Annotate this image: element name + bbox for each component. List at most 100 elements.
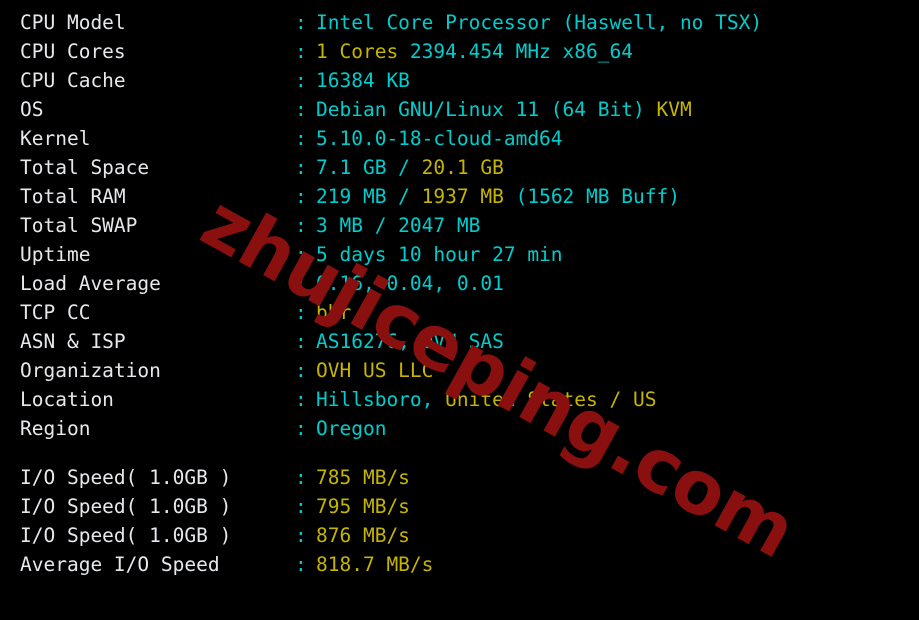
- info-row-label: Kernel: [20, 127, 91, 150]
- info-row-value: OVH US LLC: [316, 356, 433, 385]
- info-row-label: Region: [20, 417, 91, 440]
- info-row-label: CPU Cache: [20, 69, 126, 92]
- info-row: CPU Cache:16384 KB: [0, 66, 919, 95]
- info-row-colon: :: [295, 524, 307, 547]
- info-row-value-segment: Hillsboro,: [316, 388, 446, 411]
- info-row-label: Load Average: [20, 272, 161, 295]
- info-row-value: 219 MB / 1937 MB (1562 MB Buff): [316, 182, 680, 211]
- info-row-value-segment: 5.10.0-18-cloud-amd64: [316, 127, 563, 150]
- info-row-value-segment: 20.1 GB: [421, 156, 504, 179]
- info-row-value: 16384 KB: [316, 66, 410, 95]
- info-row-value: 795 MB/s: [316, 492, 410, 521]
- info-row-label: Total SWAP: [20, 214, 138, 237]
- info-row: Total RAM:219 MB / 1937 MB (1562 MB Buff…: [0, 182, 919, 211]
- info-row-colon: :: [295, 301, 307, 324]
- info-row-label: CPU Cores: [20, 40, 126, 63]
- info-row-colon: :: [295, 214, 307, 237]
- info-row-value-segment: 16384 KB: [316, 69, 410, 92]
- info-row-value-segment: 7.1 GB /: [316, 156, 422, 179]
- info-row-value-segment: 219 MB /: [316, 185, 422, 208]
- info-row-colon: :: [295, 359, 307, 382]
- info-row-value: 5 days 10 hour 27 min: [316, 240, 563, 269]
- info-row-colon: :: [295, 330, 307, 353]
- info-row-colon: :: [295, 69, 307, 92]
- info-row-colon: :: [295, 272, 307, 295]
- info-row-colon: :: [295, 127, 307, 150]
- info-row-value: bbr: [316, 298, 351, 327]
- info-row-value: 3 MB / 2047 MB: [316, 211, 480, 240]
- info-row: Kernel:5.10.0-18-cloud-amd64: [0, 124, 919, 153]
- info-row-label: I/O Speed( 1.0GB ): [20, 495, 232, 518]
- info-row-value-segment: KVM: [656, 98, 692, 121]
- info-row: TCP CC: bbr: [0, 298, 919, 327]
- info-row: OS: Debian GNU/Linux 11 (64 Bit) KVM: [0, 95, 919, 124]
- info-row-value: AS16276, OVH SAS: [316, 327, 504, 356]
- info-row-value: 876 MB/s: [316, 521, 410, 550]
- info-row-value-segment: bbr: [316, 301, 352, 324]
- info-row-colon: :: [295, 11, 307, 34]
- info-row: CPU Model: Intel Core Processor (Haswell,…: [0, 8, 919, 37]
- info-row-value-segment: 1 Cores: [316, 40, 410, 63]
- info-row-colon: :: [295, 553, 307, 576]
- info-row-colon: :: [295, 156, 307, 179]
- info-row-value-segment: 2394.454 MHz x86_64: [409, 40, 633, 63]
- info-row-value-segment: 5 days 10 hour 27 min: [316, 243, 563, 266]
- info-row: Average I/O Speed:818.7 MB/s: [0, 550, 919, 579]
- info-row-label: Total RAM: [20, 185, 126, 208]
- info-row-label: Total Space: [20, 156, 150, 179]
- info-row-value-segment: 785 MB/s: [316, 466, 410, 489]
- info-row-value-segment: 3 MB / 2047 MB: [316, 214, 481, 237]
- info-row-label: ASN & ISP: [20, 330, 126, 353]
- info-row: I/O Speed( 1.0GB ):876 MB/s: [0, 521, 919, 550]
- info-row-value: 1 Cores 2394.454 MHz x86_64: [316, 37, 633, 66]
- info-row-value-segment: 1937 MB: [421, 185, 516, 208]
- info-row-value: 7.1 GB / 20.1 GB: [316, 153, 504, 182]
- info-row-value-segment: (1562 MB Buff): [515, 185, 680, 208]
- info-row: Total Space:7.1 GB / 20.1 GB: [0, 153, 919, 182]
- info-row-value: 818.7 MB/s: [316, 550, 433, 579]
- info-row-value-segment: 795 MB/s: [316, 495, 410, 518]
- terminal-output-panel: ----------------------------------------…: [0, 0, 919, 620]
- info-row: Region: Oregon: [0, 414, 919, 443]
- info-row-colon: :: [295, 388, 307, 411]
- info-row: Uptime:5 days 10 hour 27 min: [0, 240, 919, 269]
- info-row-colon: :: [295, 185, 307, 208]
- info-row: Total SWAP:3 MB / 2047 MB: [0, 211, 919, 240]
- info-row-colon: :: [295, 466, 307, 489]
- info-row-value-segment: 0.16, 0.04, 0.01: [316, 272, 504, 295]
- info-row: Organization: OVH US LLC: [0, 356, 919, 385]
- info-row: CPU Cores:1 Cores 2394.454 MHz x86_64: [0, 37, 919, 66]
- info-row-label: Uptime: [20, 243, 91, 266]
- info-row-value-segment: 818.7 MB/s: [316, 553, 434, 576]
- info-row-label: Organization: [20, 359, 161, 382]
- info-row-value-segment: Debian GNU/Linux 11 (64 Bit): [316, 98, 657, 121]
- info-row-label: OS: [20, 98, 44, 121]
- info-row-label: I/O Speed( 1.0GB ): [20, 524, 232, 547]
- info-row-colon: :: [295, 243, 307, 266]
- info-row: ASN & ISP: AS16276, OVH SAS: [0, 327, 919, 356]
- info-row-colon: :: [295, 495, 307, 518]
- info-row-colon: :: [295, 98, 307, 121]
- info-row: I/O Speed( 1.0GB ):795 MB/s: [0, 492, 919, 521]
- info-row-label: I/O Speed( 1.0GB ): [20, 466, 232, 489]
- info-row-value-segment: 876 MB/s: [316, 524, 410, 547]
- info-row-value-segment: OVH US LLC: [316, 359, 434, 382]
- info-row-colon: :: [295, 417, 307, 440]
- info-row-value: Intel Core Processor (Haswell, no TSX): [316, 8, 762, 37]
- separator-line-bottom: ----------------------------------------…: [12, 609, 910, 612]
- info-row-label: CPU Model: [20, 11, 126, 34]
- info-row-label: Average I/O Speed: [20, 553, 220, 576]
- info-row-label: TCP CC: [20, 301, 91, 324]
- info-row-value-segment: AS16276, OVH SAS: [316, 330, 504, 353]
- info-row-label: Location: [20, 388, 114, 411]
- info-row-value: Oregon: [316, 414, 386, 443]
- info-row-value: 5.10.0-18-cloud-amd64: [316, 124, 563, 153]
- info-row-colon: :: [295, 40, 307, 63]
- info-row: I/O Speed( 1.0GB ):785 MB/s: [0, 463, 919, 492]
- info-row-value: 0.16, 0.04, 0.01: [316, 269, 504, 298]
- info-row-value: Debian GNU/Linux 11 (64 Bit) KVM: [316, 95, 692, 124]
- info-row-value: Hillsboro, United States / US: [316, 385, 656, 414]
- info-row-value-segment: Oregon: [316, 417, 387, 440]
- info-row-value: 785 MB/s: [316, 463, 410, 492]
- info-row-value-segment: United States / US: [445, 388, 657, 411]
